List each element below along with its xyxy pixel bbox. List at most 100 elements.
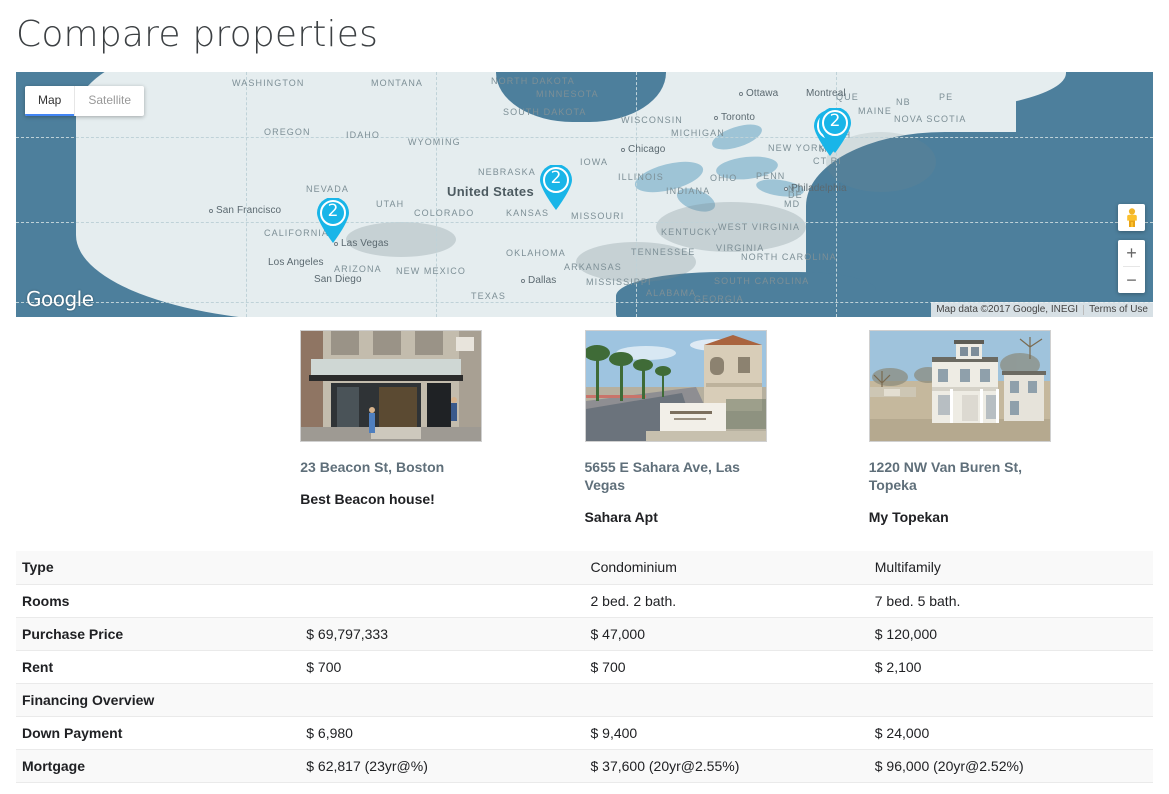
map-region-label: MICHIGAN xyxy=(671,128,725,138)
marker-count: 2 xyxy=(539,168,573,188)
property-address-link[interactable]: 5655 E Sahara Ave, Las Vegas xyxy=(585,458,757,494)
table-cell: 7 bed. 5 bath. xyxy=(869,584,1153,617)
map-region-label: SOUTH DAKOTA xyxy=(503,107,587,117)
map-region-label: NORTH DAKOTA xyxy=(491,76,575,86)
property-nickname: Sahara Apt xyxy=(585,508,849,526)
map-attribution: Map data ©2017 Google, INEGI Terms of Us… xyxy=(931,302,1153,317)
map-region-label: INDIANA xyxy=(666,186,710,196)
property-nickname: Best Beacon house! xyxy=(300,490,564,508)
map-region-label: NORTH CAROLINA xyxy=(741,252,837,262)
map-city-label: Los Angeles xyxy=(268,257,324,268)
marker-count: 2 xyxy=(316,201,350,221)
table-cell: $ 2,100 xyxy=(869,650,1153,683)
map-data-credit: Map data ©2017 Google, INEGI xyxy=(931,304,1083,315)
map-region-label: MAINE xyxy=(858,106,892,116)
map-region-label: ALABAMA xyxy=(646,288,696,298)
map-gridline xyxy=(16,137,1153,138)
table-cell xyxy=(300,683,584,716)
table-cell xyxy=(869,683,1153,716)
map-marker-las-vegas[interactable]: 2 xyxy=(316,198,350,244)
table-cell: $ 24,000 xyxy=(869,716,1153,749)
boston-townhouse-photo[interactable] xyxy=(300,330,482,442)
map-city-label: Montreal xyxy=(806,88,846,99)
property-nickname: My Topekan xyxy=(869,508,1133,526)
map-region-label: WEST VIRGINIA xyxy=(718,222,800,232)
table-row: Rent$ 700$ 700$ 2,100 xyxy=(16,650,1153,683)
table-row: Financing Overview xyxy=(16,683,1153,716)
map-region-label: ILLINOIS xyxy=(618,172,664,182)
table-cell: $ 120,000 xyxy=(869,617,1153,650)
map-region-label: OREGON xyxy=(264,127,311,137)
table-cell: $ 700 xyxy=(300,650,584,683)
map-marker-united-states[interactable]: 2 xyxy=(539,165,573,211)
topeka-multifamily-photo[interactable] xyxy=(869,330,1051,442)
map-region-label: CT RI xyxy=(813,156,842,166)
property-address-link[interactable]: 23 Beacon St, Boston xyxy=(300,458,472,476)
zoom-out-button[interactable]: − xyxy=(1118,267,1145,293)
map-region-label: MISSOURI xyxy=(571,211,624,221)
table-row: Mortgage$ 62,817 (23yr@%)$ 37,600 (20yr@… xyxy=(16,749,1153,782)
map-city-dot xyxy=(621,148,625,152)
table-row: Down Payment$ 6,980$ 9,400$ 24,000 xyxy=(16,716,1153,749)
property-card-3: 1220 NW Van Buren St, Topeka My Topekan xyxy=(869,330,1153,526)
map-region-label: TENNESSEE xyxy=(631,247,695,257)
map-canvas[interactable]: WASHINGTONMONTANANORTH DAKOTAMINNESOTAOR… xyxy=(16,72,1153,317)
zoom-in-button[interactable]: + xyxy=(1118,240,1145,266)
table-cell: $ 6,980 xyxy=(300,716,584,749)
map-region-label: WASHINGTON xyxy=(232,78,305,88)
map-city-dot xyxy=(714,116,718,120)
map-city-dot xyxy=(521,279,525,283)
map-type-control[interactable]: Map Satellite xyxy=(25,86,144,116)
table-row-label: Financing Overview xyxy=(16,683,300,716)
table-cell: 2 bed. 2 bath. xyxy=(585,584,869,617)
map-region-label: SOUTH CAROLINA xyxy=(714,276,809,286)
map-region-label: ARKANSAS xyxy=(564,262,622,272)
map-city-dot xyxy=(209,209,213,213)
property-address-link[interactable]: 1220 NW Van Buren St, Topeka xyxy=(869,458,1041,494)
property-card-2: 5655 E Sahara Ave, Las Vegas Sahara Apt xyxy=(585,330,869,526)
map-region-label: MD xyxy=(784,199,800,209)
map-city-label: Toronto xyxy=(721,112,755,123)
map-city-dot xyxy=(739,92,743,96)
map-region-label: ARIZONA xyxy=(334,264,382,274)
terms-of-use-link[interactable]: Terms of Use xyxy=(1084,304,1153,315)
table-row: Rooms2 bed. 2 bath.7 bed. 5 bath. xyxy=(16,584,1153,617)
map-region-label: NOVA SCOTIA xyxy=(894,114,966,124)
google-map[interactable]: WASHINGTONMONTANANORTH DAKOTAMINNESOTAOR… xyxy=(16,72,1153,317)
map-zoom-control[interactable]: + − xyxy=(1118,240,1145,293)
map-region-label: PENN xyxy=(756,171,785,181)
table-cell: Condominium xyxy=(585,551,869,584)
map-city-label: Chicago xyxy=(628,144,665,155)
map-marker-boston[interactable]: 2 xyxy=(818,108,852,154)
table-cell: Multifamily xyxy=(869,551,1153,584)
map-city-dot xyxy=(784,187,788,191)
google-logo: Google xyxy=(26,287,94,311)
map-gridline xyxy=(246,72,247,317)
table-cell: $ 62,817 (23yr@%) xyxy=(300,749,584,782)
las-vegas-apartment-photo[interactable] xyxy=(585,330,767,442)
map-region-label: MINNESOTA xyxy=(536,89,599,99)
table-cell: $ 700 xyxy=(585,650,869,683)
map-region-label: OHIO xyxy=(710,173,737,183)
table-row-label: Rent xyxy=(16,650,300,683)
map-city-label: Dallas xyxy=(528,275,556,286)
table-row-label: Down Payment xyxy=(16,716,300,749)
map-gridline xyxy=(16,222,1153,223)
map-type-satellite-button[interactable]: Satellite xyxy=(74,86,144,116)
map-region-label: TEXAS xyxy=(471,291,506,301)
map-gridline xyxy=(436,72,437,317)
map-region-label: NB xyxy=(896,97,911,107)
table-cell: $ 47,000 xyxy=(585,617,869,650)
compare-properties-page: Compare properties xyxy=(0,0,1169,794)
table-cell xyxy=(300,584,584,617)
table-cell: $ 69,797,333 xyxy=(300,617,584,650)
map-region-label: GEORGIA xyxy=(694,294,744,304)
page-title: Compare properties xyxy=(0,0,1169,62)
marker-count: 2 xyxy=(818,111,852,131)
map-type-map-button[interactable]: Map xyxy=(25,86,74,116)
map-region-label: PE xyxy=(939,92,953,102)
map-region-label: IOWA xyxy=(580,157,608,167)
property-card-1: 23 Beacon St, Boston Best Beacon house! xyxy=(300,330,584,526)
map-region-label: MISSISSIPPI xyxy=(586,277,652,287)
street-view-pegman-icon[interactable] xyxy=(1118,204,1145,231)
